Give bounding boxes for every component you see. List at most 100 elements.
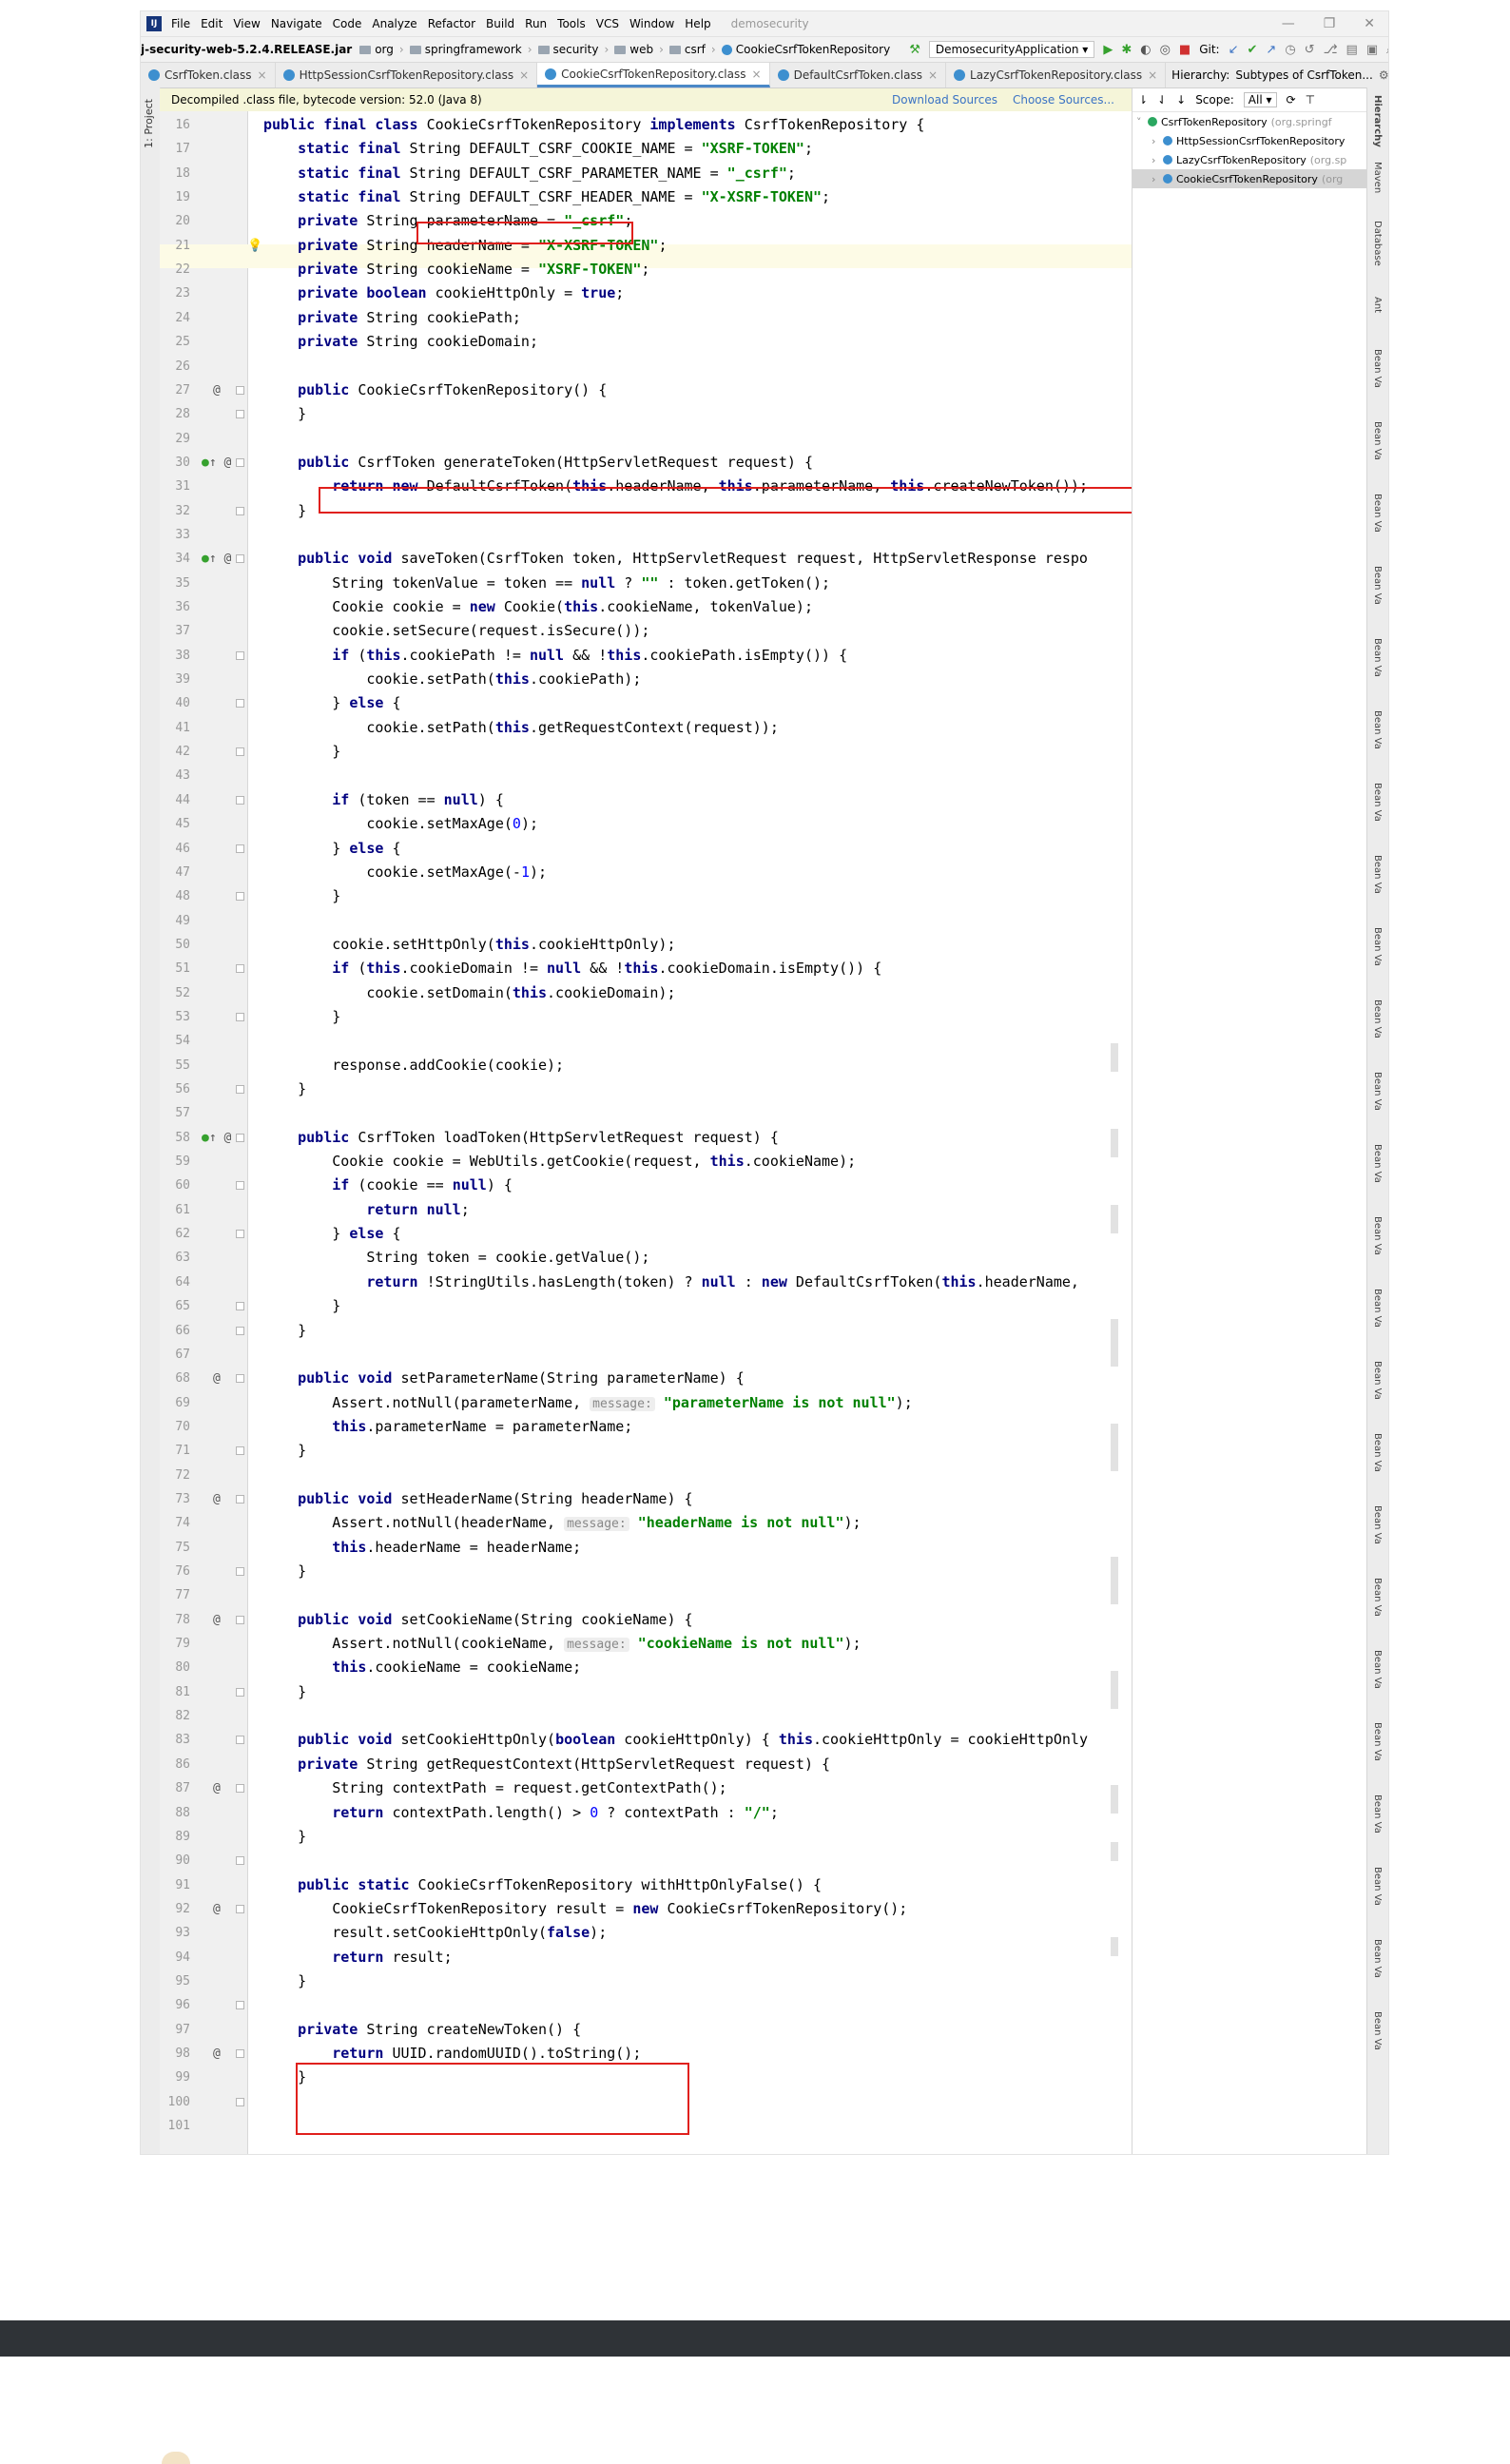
bean-validation-tool-button[interactable]: Bean Va — [1372, 1650, 1383, 1689]
code-line[interactable]: 52 cookie.setDomain(this.cookieDomain); — [160, 981, 1132, 1005]
supertypes-icon[interactable]: ⇃ — [1157, 93, 1167, 107]
code-line[interactable]: 39 cookie.setPath(this.cookiePath); — [160, 668, 1132, 691]
bean-validation-tool-button[interactable]: Bean Va — [1372, 1505, 1383, 1544]
code-line[interactable]: 34 ●↑ @ public void saveToken(CsrfToken t… — [160, 547, 1132, 571]
code-line[interactable]: 79 Assert.notNull(cookieName, message: "… — [160, 1632, 1132, 1656]
code-line[interactable]: 54 — [160, 1029, 1132, 1053]
code-line[interactable]: 49 — [160, 909, 1132, 933]
code-line[interactable]: 21 💡 private String headerName = "X-XSRF-… — [160, 234, 1132, 258]
close-tab-icon[interactable]: × — [519, 68, 529, 82]
code-line[interactable]: 67 — [160, 1343, 1132, 1367]
breadcrumb-org[interactable]: org › — [359, 43, 404, 56]
code-line[interactable]: 87 @ String contextPath = request.getCont… — [160, 1776, 1132, 1800]
code-line[interactable]: 77 — [160, 1583, 1132, 1607]
run-configuration-select[interactable]: DemosecurityApplication ▾ — [928, 41, 1095, 58]
code-line[interactable]: 20 private String parameterName = "_csrf… — [160, 209, 1132, 233]
code-line[interactable]: 101 — [160, 2114, 1132, 2138]
code-line[interactable]: 24 private String cookiePath; — [160, 306, 1132, 330]
bean-validation-tool-button[interactable]: Bean Va — [1372, 494, 1383, 533]
fold-marker-icon[interactable] — [236, 2097, 244, 2106]
code-line[interactable]: 71 } — [160, 1439, 1132, 1463]
menu-run[interactable]: Run — [525, 17, 547, 30]
code-line[interactable]: 99 } — [160, 2066, 1132, 2089]
hierarchy-node-root[interactable]: ˅ CsrfTokenRepository (org.springf — [1132, 112, 1368, 131]
minimize-icon[interactable]: — — [1282, 16, 1295, 31]
fold-marker-icon[interactable] — [236, 1326, 244, 1335]
code-line[interactable]: 86 private String getRequestContext(Http… — [160, 1753, 1132, 1776]
bean-validation-tool-button[interactable]: Bean Va — [1372, 927, 1383, 966]
chevron-right-icon[interactable]: › — [1152, 154, 1163, 166]
search-icon[interactable]: ⌕ — [1386, 43, 1388, 57]
bean-validation-tool-button[interactable]: Bean Va — [1372, 1867, 1383, 1906]
tab-httpsession-repository[interactable]: HttpSessionCsrfTokenRepository.class × — [276, 63, 538, 87]
menu-analyze[interactable]: Analyze — [372, 17, 416, 30]
breadcrumb-jar[interactable]: j-security-web-5.2.4.RELEASE.jar — [141, 43, 352, 56]
code-line[interactable]: 75 this.headerName = headerName; — [160, 1536, 1132, 1560]
code-line[interactable]: 48 } — [160, 884, 1132, 908]
tab-cookie-repository[interactable]: CookieCsrfTokenRepository.class × — [537, 63, 770, 87]
code-line[interactable]: 93 result.setCookieHttpOnly(false); — [160, 1921, 1132, 1945]
fold-marker-icon[interactable] — [236, 2001, 244, 2010]
fold-marker-icon[interactable] — [236, 1085, 244, 1094]
project-structure-icon[interactable]: ▤ — [1346, 43, 1358, 57]
code-line[interactable]: 78 @ public void setCookieName(String coo… — [160, 1608, 1132, 1632]
code-line[interactable]: 98 @ return UUID.randomUUID().toString(); — [160, 2042, 1132, 2066]
branches-icon[interactable]: ⎇ — [1324, 43, 1338, 57]
menu-tools[interactable]: Tools — [557, 17, 586, 30]
fold-marker-icon[interactable] — [236, 1133, 244, 1142]
code-line[interactable]: 72 — [160, 1464, 1132, 1487]
fold-marker-icon[interactable] — [236, 964, 244, 974]
fold-marker-icon[interactable] — [236, 795, 244, 805]
hierarchy-node[interactable]: › HttpSessionCsrfTokenRepository — [1132, 131, 1368, 150]
rollback-icon[interactable]: ↺ — [1305, 43, 1315, 57]
code-line[interactable]: 33 — [160, 523, 1132, 547]
code-line[interactable]: 95 } — [160, 1969, 1132, 1993]
hierarchy-node-selected[interactable]: › CookieCsrfTokenRepository (org — [1132, 169, 1368, 188]
code-line[interactable]: 61 return null; — [160, 1198, 1132, 1222]
chevron-right-icon[interactable]: › — [1152, 135, 1163, 147]
fold-marker-icon[interactable] — [236, 844, 244, 853]
coverage-icon[interactable]: ◐ — [1140, 43, 1151, 57]
breadcrumb-security[interactable]: security › — [537, 43, 609, 56]
code-line[interactable]: 43 — [160, 764, 1132, 787]
fold-marker-icon[interactable] — [236, 1736, 244, 1745]
override-gutter-icon[interactable]: @ — [213, 2042, 221, 2066]
bean-validation-tool-button[interactable]: Bean Va — [1372, 999, 1383, 1038]
code-line[interactable]: 91 public static CookieCsrfTokenReposito… — [160, 1873, 1132, 1897]
code-line[interactable]: 92 @ CookieCsrfTokenRepository result = n… — [160, 1897, 1132, 1921]
pin-icon[interactable]: ⊤ — [1306, 93, 1315, 107]
code-line[interactable]: 37 cookie.setSecure(request.isSecure()); — [160, 619, 1132, 643]
tab-defaultcsrftoken[interactable]: DefaultCsrfToken.class × — [770, 63, 947, 87]
code-line[interactable]: 41 cookie.setPath(this.getRequestContext… — [160, 716, 1132, 740]
code-line[interactable]: 26 — [160, 355, 1132, 378]
maximize-icon[interactable]: ❐ — [1324, 16, 1336, 31]
download-sources-link[interactable]: Download Sources — [892, 93, 997, 107]
implements-gutter-icon[interactable]: ●↑ @ — [202, 547, 231, 571]
code-line[interactable]: 17 static final String DEFAULT_CSRF_COOK… — [160, 137, 1132, 161]
breadcrumb-csrf[interactable]: csrf › — [668, 43, 716, 56]
close-icon[interactable]: ✕ — [1364, 16, 1375, 31]
bean-validation-tool-button[interactable]: Bean Va — [1372, 1289, 1383, 1328]
override-gutter-icon[interactable]: @ — [213, 1608, 221, 1632]
fold-marker-icon[interactable] — [236, 2049, 244, 2058]
code-line[interactable]: 35 String tokenValue = token == null ? "… — [160, 572, 1132, 595]
code-line[interactable]: 42 } — [160, 740, 1132, 764]
code-line[interactable]: 57 — [160, 1101, 1132, 1125]
bean-validation-tool-button[interactable]: Bean Va — [1372, 638, 1383, 677]
code-line[interactable]: 40 } else { — [160, 691, 1132, 715]
override-gutter-icon[interactable]: @ — [213, 1776, 221, 1800]
code-line[interactable]: 44 if (token == null) { — [160, 788, 1132, 812]
code-line[interactable]: 69 Assert.notNull(parameterName, message… — [160, 1391, 1132, 1415]
menu-file[interactable]: File — [171, 17, 190, 30]
code-line[interactable]: 19 static final String DEFAULT_CSRF_HEAD… — [160, 185, 1132, 209]
code-line[interactable]: 63 String token = cookie.getValue(); — [160, 1246, 1132, 1270]
code-line[interactable]: 16 public final class CookieCsrfTokenRepo… — [160, 113, 1132, 137]
git-push-icon[interactable]: ↗ — [1266, 43, 1276, 57]
profile-icon[interactable]: ◎ — [1160, 43, 1171, 57]
code-line[interactable]: 58 ●↑ @ public CsrfToken loadToken(HttpSe… — [160, 1126, 1132, 1150]
implements-gutter-icon[interactable]: ●↑ @ — [202, 451, 231, 475]
hierarchy-node[interactable]: › LazyCsrfTokenRepository (org.sp — [1132, 150, 1368, 169]
code-line[interactable]: 36 Cookie cookie = new Cookie(this.cooki… — [160, 595, 1132, 619]
close-tab-icon[interactable]: × — [928, 68, 938, 82]
fold-marker-icon[interactable] — [236, 1446, 244, 1456]
